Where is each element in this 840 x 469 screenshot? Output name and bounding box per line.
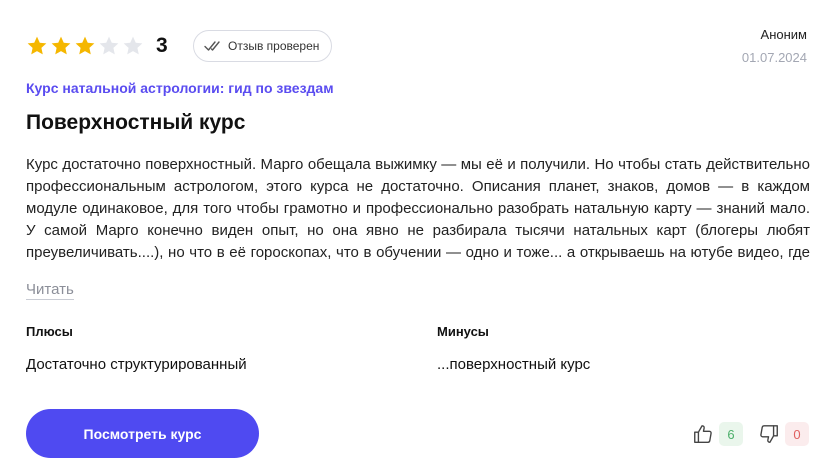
review-text: Курс достаточно поверхностный. Марго обе… [26, 156, 810, 261]
view-course-button[interactable]: Посмотреть курс [26, 409, 259, 458]
cons-text: ...поверхностный курс [437, 356, 591, 373]
star-icon [123, 36, 143, 55]
pros-text: Достаточно структурированный [26, 356, 247, 373]
review-title: Поверхностный курс [26, 111, 246, 134]
like-count: 6 [719, 422, 743, 446]
dislike-button[interactable]: 0 [758, 422, 809, 446]
star-icon [99, 36, 119, 55]
pros-title: Плюсы [26, 324, 73, 339]
double-check-icon [204, 40, 222, 52]
dislike-count: 0 [785, 422, 809, 446]
thumbs-down-icon [758, 423, 780, 445]
author-name: Аноним [760, 27, 807, 42]
verified-badge: Отзыв проверен [193, 30, 333, 62]
like-button[interactable]: 6 [692, 422, 743, 446]
star-icon [75, 36, 95, 55]
star-icon [51, 36, 71, 55]
verified-label: Отзыв проверен [228, 39, 320, 53]
cons-title: Минусы [437, 324, 489, 339]
review-date: 01.07.2024 [741, 50, 807, 65]
rating-stars [26, 35, 144, 57]
review-card: 3 Отзыв проверен Аноним 01.07.2024 Курс … [0, 0, 840, 469]
read-more-link[interactable]: Читать [26, 282, 74, 300]
rating-score: 3 [156, 34, 168, 57]
course-link[interactable]: Курс натальной астрологии: гид по звезда… [26, 80, 334, 96]
star-icon [27, 36, 47, 55]
rating: 3 [26, 34, 168, 58]
thumbs-up-icon [692, 423, 714, 445]
author-info: Аноним 01.07.2024 [742, 27, 807, 65]
votes: 6 0 [692, 422, 809, 446]
